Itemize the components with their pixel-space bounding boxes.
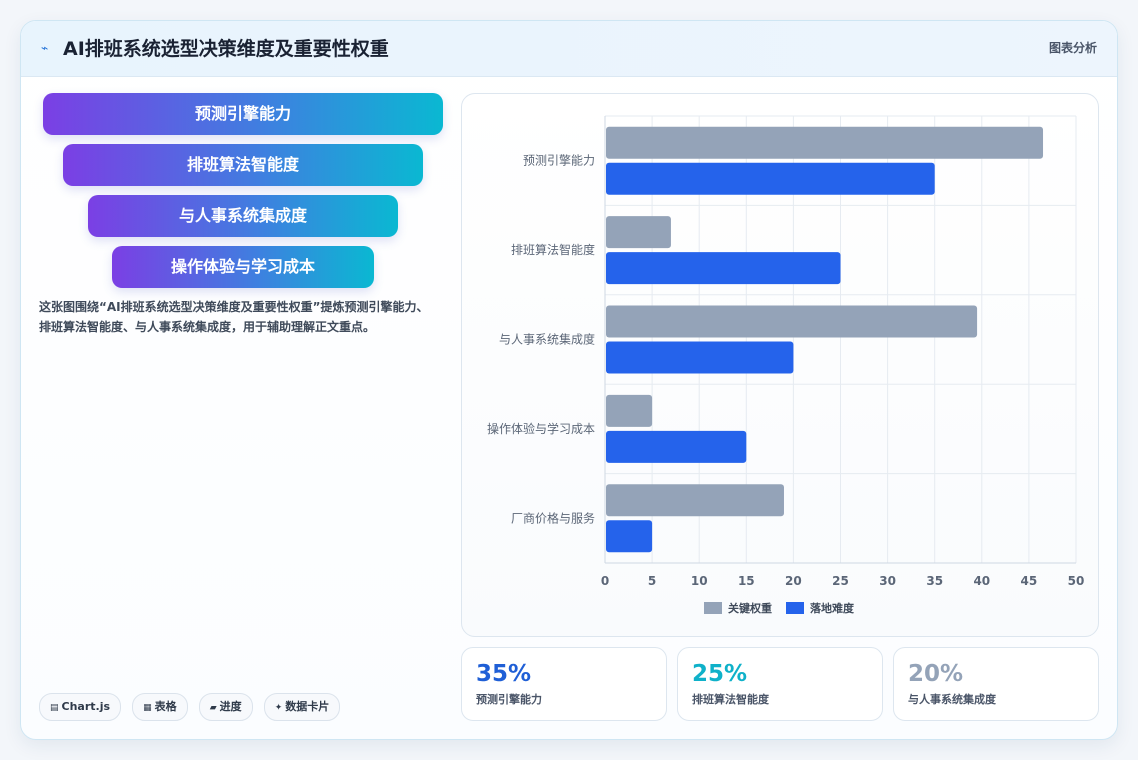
x-tick-label: 5	[648, 574, 656, 588]
bar-difficulty	[606, 162, 935, 195]
bar-difficulty	[606, 520, 653, 553]
sparkle-icon: ✦	[274, 703, 283, 713]
stat-label: 排班算法智能度	[692, 693, 769, 706]
x-tick-label: 25	[832, 574, 849, 588]
legend-label: 关键权重	[728, 601, 772, 615]
y-tick-label: 排班算法智能度	[511, 242, 595, 257]
stat-card-3: 20% 与人事系统集成度	[893, 647, 1099, 721]
chip-chartjs[interactable]: ▤ Chart.js	[39, 693, 122, 721]
header-bar: ⌁ AI排班系统选型决策维度及重要性权重 图表分析	[21, 21, 1117, 77]
table-icon: ▦	[143, 703, 152, 713]
stat-label: 与人事系统集成度	[908, 693, 996, 706]
x-tick-label: 0	[601, 574, 609, 588]
y-tick-label: 操作体验与学习成本	[487, 421, 595, 436]
bar-difficulty	[606, 341, 794, 374]
main-card: ⌁ AI排班系统选型决策维度及重要性权重 图表分析 预测引擎能力 排班算法智能度…	[20, 20, 1118, 740]
x-tick-label: 10	[691, 574, 708, 588]
progress-icon: ▰	[209, 703, 217, 713]
stat-card-1: 35% 预测引擎能力	[461, 647, 667, 721]
funnel-step-2: 排班算法智能度	[63, 144, 423, 186]
funnel-step-3: 与人事系统集成度	[88, 195, 398, 237]
x-tick-label: 50	[1068, 574, 1085, 588]
stat-label: 预测引擎能力	[476, 693, 542, 706]
chart-panel: 预测引擎能力排班算法智能度与人事系统集成度操作体验与学习成本厂商价格与服务 0 5 1…	[461, 93, 1099, 637]
x-tick-label: 20	[785, 574, 802, 588]
x-tick-label: 40	[973, 574, 990, 588]
y-tick-label: 与人事系统集成度	[499, 332, 595, 347]
bar-difficulty	[606, 430, 747, 463]
legend-label: 落地难度	[810, 601, 855, 615]
funnel-step-4: 操作体验与学习成本	[112, 246, 374, 288]
stat-card-2: 25% 排班算法智能度	[677, 647, 883, 721]
x-tick-label: 30	[879, 574, 896, 588]
chart-description: 这张图围绕“AI排班系统选型决策维度及重要性权重”提炼预测引擎能力、排班算法智能…	[39, 300, 429, 334]
stat-value: 25%	[692, 661, 748, 687]
x-tick-label: 15	[738, 574, 755, 588]
chip-label: 数据卡片	[285, 700, 330, 713]
chip-progress[interactable]: ▰ 进度	[198, 693, 253, 721]
chip-label: 表格	[154, 700, 177, 713]
chip-table[interactable]: ▦ 表格	[132, 693, 188, 721]
y-tick-label: 预测引擎能力	[523, 153, 595, 168]
chip-label: 进度	[219, 700, 242, 713]
funnel-step-1: 预测引擎能力	[43, 93, 443, 135]
bar-weight	[606, 484, 784, 517]
bar-weight	[606, 126, 1044, 159]
bar-weight	[606, 394, 653, 427]
page-title: AI排班系统选型决策维度及重要性权重	[63, 38, 389, 60]
x-tick-label: 35	[926, 574, 943, 588]
feature-chips: ▤ Chart.js ▦ 表格 ▰ 进度 ✦ 数据卡片	[39, 693, 346, 721]
bar-weight	[606, 216, 671, 249]
stat-value: 20%	[908, 661, 964, 687]
chip-label: Chart.js	[61, 700, 111, 713]
stat-value: 35%	[476, 661, 532, 687]
x-tick-label: 45	[1021, 574, 1038, 588]
funnel: 预测引擎能力 排班算法智能度 与人事系统集成度 操作体验与学习成本	[43, 93, 443, 293]
legend-swatch	[786, 602, 804, 614]
chip-data-card[interactable]: ✦ 数据卡片	[263, 693, 341, 721]
legend-swatch	[704, 602, 722, 614]
bar-chart: 预测引擎能力排班算法智能度与人事系统集成度操作体验与学习成本厂商价格与服务 0 5 1…	[487, 115, 1085, 615]
chart-icon: ▤	[50, 703, 59, 713]
bar-difficulty	[606, 252, 841, 285]
bar-weight	[606, 305, 978, 338]
chart-analysis-tag[interactable]: 图表分析	[1049, 40, 1097, 56]
y-tick-label: 厂商价格与服务	[511, 510, 595, 525]
chart-trend-icon: ⌁	[41, 41, 49, 55]
